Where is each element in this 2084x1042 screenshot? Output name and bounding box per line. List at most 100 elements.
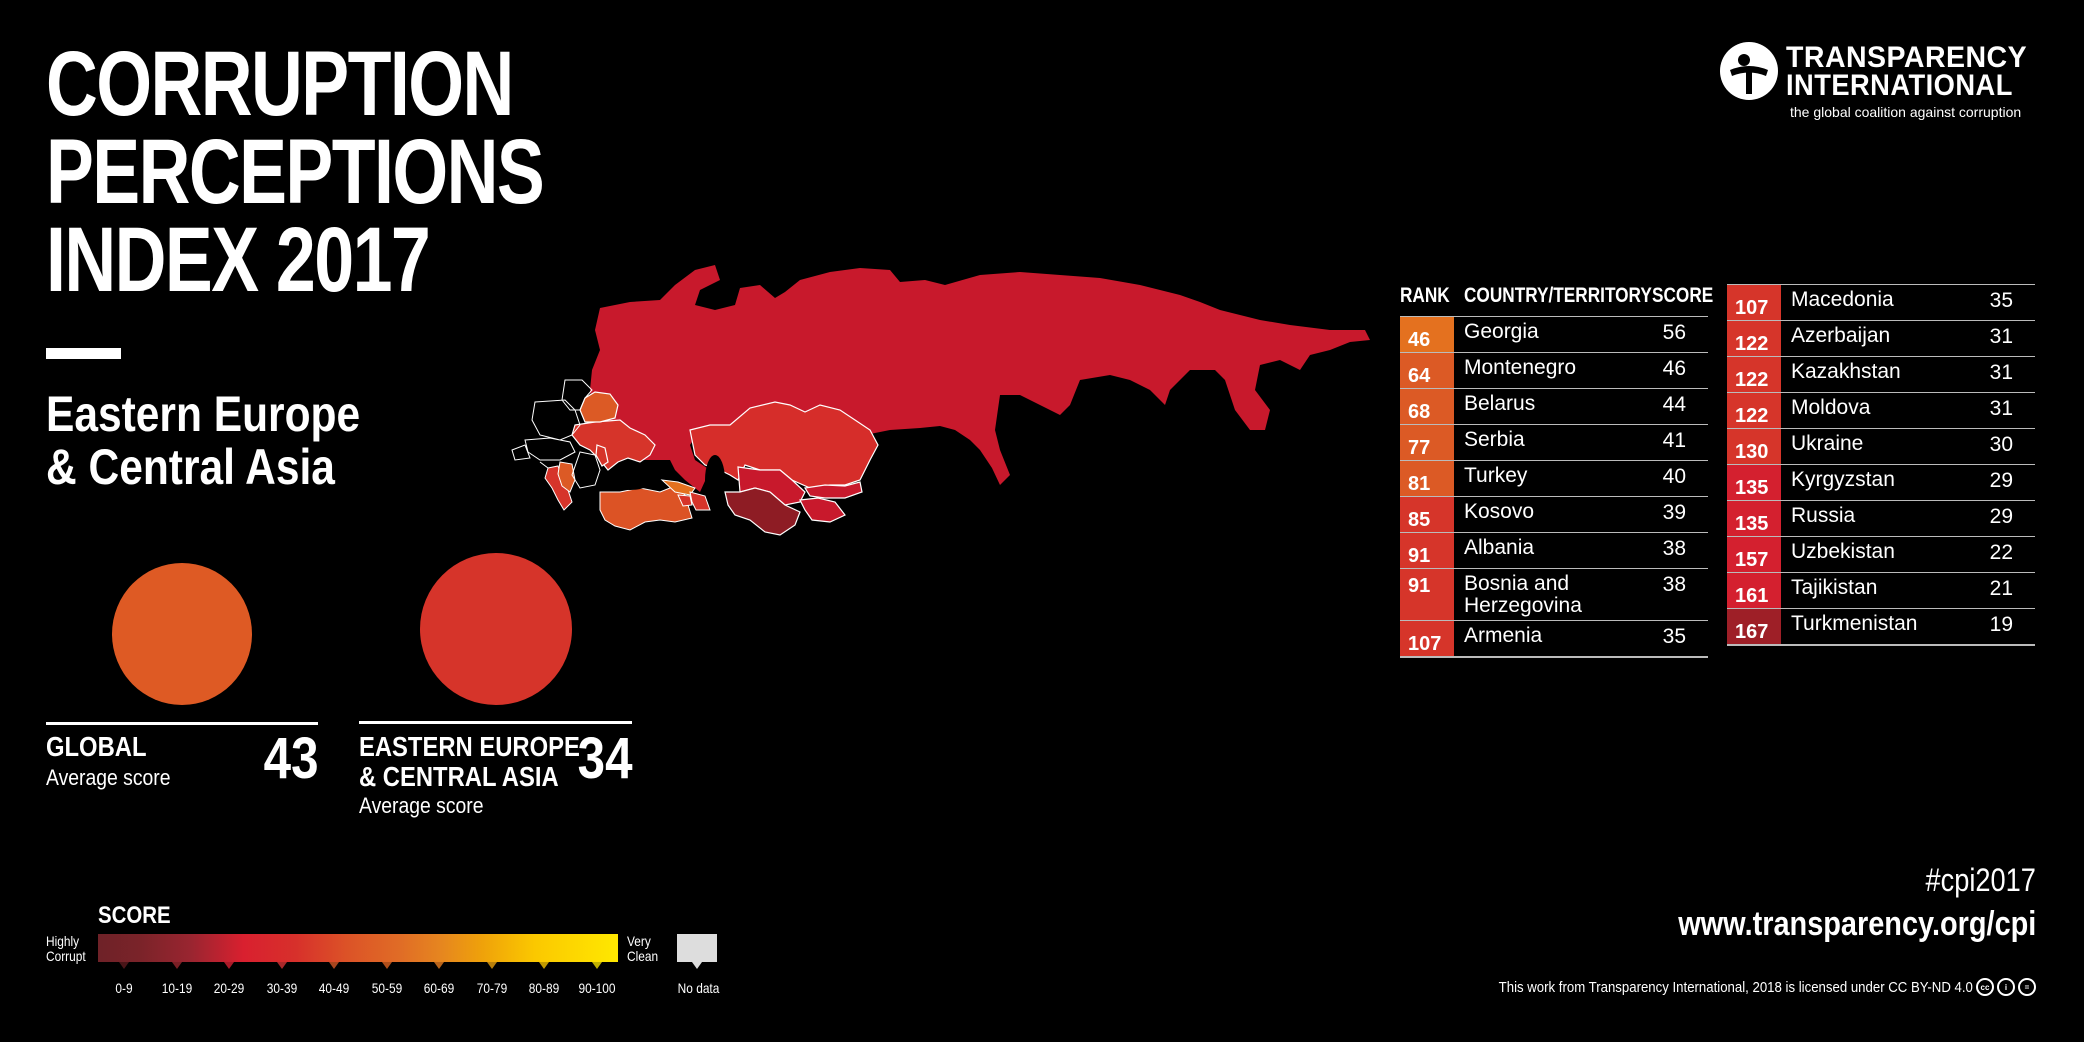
legend-no-data-label: No data bbox=[677, 980, 720, 996]
region-title-line: Eastern Europe bbox=[46, 386, 361, 442]
rank-cell: 157 bbox=[1727, 537, 1781, 573]
score-cell: 40 bbox=[1662, 465, 1686, 488]
global-divider bbox=[46, 722, 318, 725]
score-cell: 44 bbox=[1662, 393, 1686, 416]
score-cell: 29 bbox=[1989, 505, 2013, 528]
nd-icon: = bbox=[2018, 978, 2036, 996]
table-row: 107 Macedonia 35 bbox=[1727, 284, 2035, 321]
table-row: 130 Ukraine 30 bbox=[1727, 428, 2035, 465]
legend-tick bbox=[381, 962, 392, 969]
legend-bin-label: 20-29 bbox=[213, 980, 245, 996]
legend-tick bbox=[329, 962, 339, 969]
table-row: 122 Azerbaijan 31 bbox=[1727, 320, 2035, 357]
title-line: PERCEPTIONS bbox=[46, 121, 545, 223]
score-cell: 46 bbox=[1662, 357, 1686, 380]
website-link[interactable]: www.transparency.org/cpi bbox=[1678, 905, 2036, 944]
rank-cell: 167 bbox=[1727, 609, 1781, 645]
legend-bin-label: 70-79 bbox=[476, 980, 507, 996]
legend-low-line: Highly bbox=[46, 933, 80, 949]
rank-cell: 85 bbox=[1400, 497, 1454, 533]
title-divider bbox=[46, 348, 121, 359]
rank-cell: 81 bbox=[1400, 461, 1454, 497]
legend-no-data-swatch bbox=[677, 934, 717, 962]
score-cell: 41 bbox=[1662, 429, 1686, 452]
table-row: 122 Moldova 31 bbox=[1727, 392, 2035, 429]
rank-cell: 91 bbox=[1400, 569, 1454, 621]
country-cell: Belarus bbox=[1464, 392, 1536, 415]
region-title-line: & Central Asia bbox=[46, 439, 335, 495]
rank-cell: 122 bbox=[1727, 357, 1781, 393]
legend-tick bbox=[434, 962, 444, 969]
table-row: 91 Albania 38 bbox=[1400, 532, 1708, 569]
table-row: 161 Tajikistan 21 bbox=[1727, 572, 2035, 609]
rank-cell: 107 bbox=[1727, 285, 1781, 321]
score-cell: 30 bbox=[1989, 433, 2013, 456]
rank-cell: 77 bbox=[1400, 425, 1454, 461]
column-header-rank: RANK bbox=[1400, 284, 1450, 307]
country-cell: Kyrgyzstan bbox=[1791, 468, 1895, 491]
license-text: This work from Transparency Internationa… bbox=[1498, 978, 1973, 996]
score-cell: 31 bbox=[1989, 325, 2013, 348]
region-title: Eastern Europe & Central Asia bbox=[46, 388, 360, 494]
global-average-circle bbox=[112, 563, 252, 705]
table-row: 122 Kazakhstan 31 bbox=[1727, 356, 2035, 393]
rank-cell: 122 bbox=[1727, 393, 1781, 429]
score-cell: 31 bbox=[1989, 397, 2013, 420]
legend-high-line: Clean bbox=[627, 948, 659, 964]
score-cell: 56 bbox=[1662, 321, 1686, 344]
table-row: 68 Belarus 44 bbox=[1400, 388, 1708, 425]
legend-bin-label: 90-100 bbox=[577, 980, 616, 996]
region-label-line: & CENTRAL ASIA bbox=[359, 761, 559, 792]
global-label: GLOBAL bbox=[46, 731, 147, 762]
table-bottom-rule bbox=[1727, 644, 2035, 646]
region-average-circle bbox=[420, 553, 572, 705]
legend-bin-label: 60-69 bbox=[423, 980, 455, 996]
page-title: CORRUPTION PERCEPTIONS INDEX 2017 bbox=[46, 38, 545, 306]
score-cell: 35 bbox=[1662, 625, 1686, 648]
rank-cell: 122 bbox=[1727, 321, 1781, 357]
region-average-value: 34 bbox=[578, 726, 633, 791]
table-row: 157 Uzbekistan 22 bbox=[1727, 536, 2035, 573]
table-row: 81 Turkey 40 bbox=[1400, 460, 1708, 497]
legend-color-scale bbox=[98, 934, 618, 962]
map-black-sea bbox=[605, 466, 655, 490]
legend-bin-label: 30-39 bbox=[266, 980, 297, 996]
region-sub-label: Average score bbox=[359, 793, 484, 818]
country-cell: Turkey bbox=[1464, 464, 1528, 487]
score-cell: 38 bbox=[1662, 573, 1686, 596]
table-row: 107 Armenia 35 bbox=[1400, 620, 1708, 657]
country-cell: Bosnia and Herzegovina bbox=[1464, 572, 1582, 617]
region-label-line: EASTERN EUROPE bbox=[359, 731, 580, 762]
rank-cell: 68 bbox=[1400, 389, 1454, 425]
legend-bin-label: 40-49 bbox=[318, 980, 350, 996]
country-cell: Azerbaijan bbox=[1791, 324, 1891, 347]
country-cell: Turkmenistan bbox=[1791, 612, 1918, 635]
global-average-value: 43 bbox=[264, 726, 319, 791]
table-row: 91 Bosnia and Herzegovina 38 bbox=[1400, 568, 1708, 621]
score-cell: 39 bbox=[1662, 501, 1686, 524]
map-tajikistan[interactable] bbox=[799, 497, 846, 523]
table-row: 135 Kyrgyzstan 29 bbox=[1727, 464, 2035, 501]
country-cell: Montenegro bbox=[1464, 356, 1577, 379]
legend-tick bbox=[486, 962, 497, 969]
country-cell: Tajikistan bbox=[1791, 576, 1878, 599]
legend-tick bbox=[119, 962, 129, 969]
legend-high-label: Very Clean bbox=[627, 934, 658, 964]
table-row: 85 Kosovo 39 bbox=[1400, 496, 1708, 533]
country-cell: Macedonia bbox=[1791, 288, 1894, 311]
transparency-international-logo[interactable]: TRANSPARENCY INTERNATIONAL the global co… bbox=[1720, 40, 2040, 120]
legend-tick bbox=[591, 962, 602, 969]
country-cell: Kosovo bbox=[1464, 500, 1535, 523]
country-cell: Moldova bbox=[1791, 396, 1871, 419]
score-cell: 38 bbox=[1662, 537, 1686, 560]
table-row: 64 Montenegro 46 bbox=[1400, 352, 1708, 389]
hashtag: #cpi2017 bbox=[1925, 862, 2036, 898]
country-cell: Ukraine bbox=[1791, 432, 1864, 455]
legend-no-data-tick bbox=[692, 962, 702, 969]
rank-cell: 130 bbox=[1727, 429, 1781, 465]
legend-bin-label: 10-19 bbox=[161, 980, 192, 996]
score-cell: 29 bbox=[1989, 469, 2013, 492]
rank-cell: 135 bbox=[1727, 501, 1781, 537]
country-cell: Georgia bbox=[1464, 320, 1539, 343]
table-bottom-rule bbox=[1400, 656, 1708, 658]
